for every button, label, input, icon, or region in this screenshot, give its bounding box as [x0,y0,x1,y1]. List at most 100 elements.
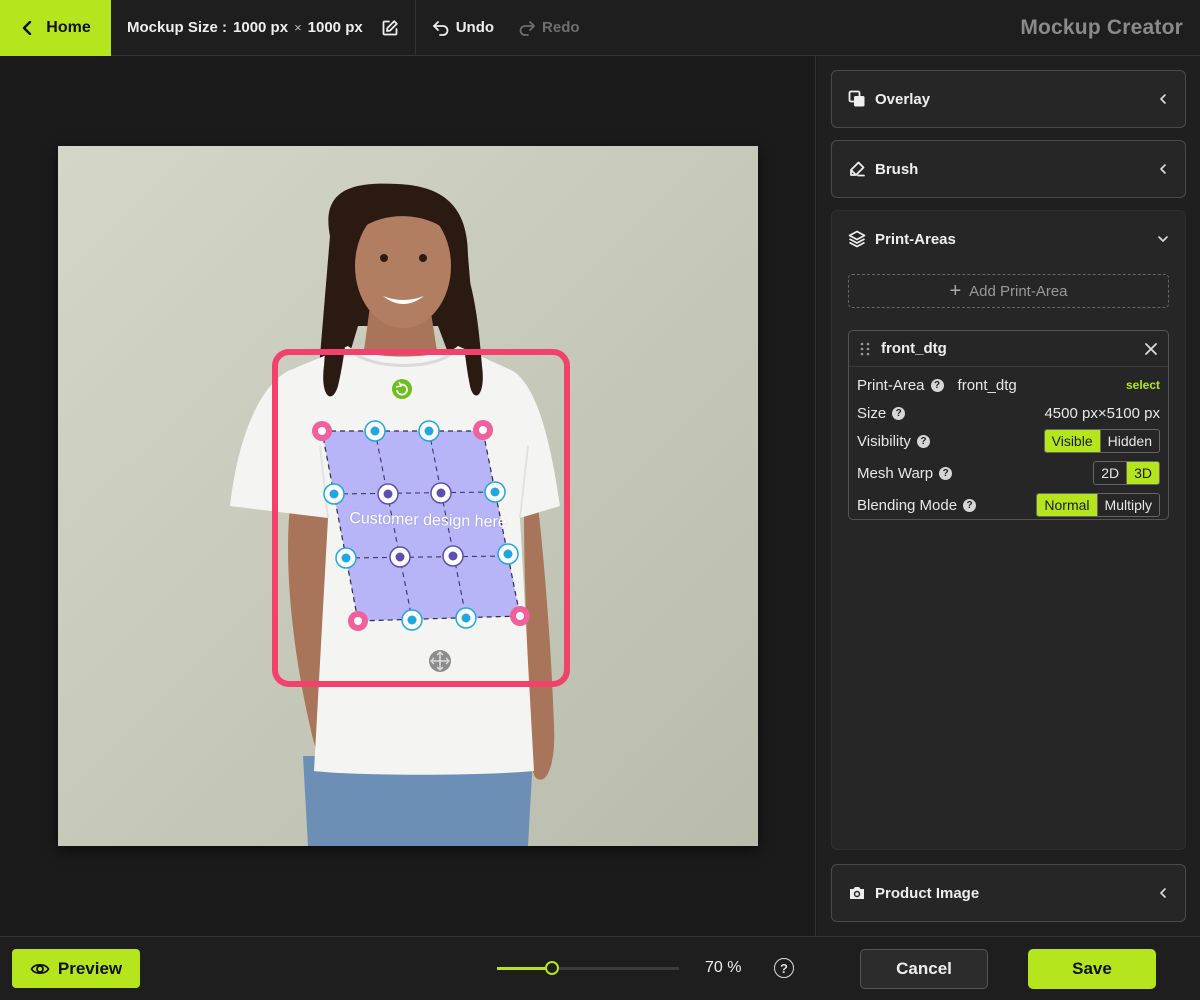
redo-label: Redo [542,19,580,36]
undo-button[interactable]: Undo [432,19,494,37]
visibility-toggle: Visible Hidden [1043,429,1160,453]
preview-label: Preview [57,958,123,978]
top-bar: Home Mockup Size : 1000 px × 1000 px Und… [0,0,1200,56]
camera-icon [848,884,866,902]
corner-handle[interactable] [348,611,368,631]
mesh-warp-option-2d[interactable]: 2D [1094,462,1126,484]
overlay-icon [848,90,866,108]
corner-handle[interactable] [312,421,332,441]
edit-size-button[interactable] [381,19,399,37]
eye-icon [30,963,50,974]
size-height: 5100 px [1106,404,1160,422]
mesh-warp-option-3d[interactable]: 3D [1126,462,1159,484]
edge-handle[interactable] [323,483,345,505]
chevron-left-icon [1160,164,1166,174]
help-icon[interactable]: ? [916,434,930,448]
bottom-bar: Preview 70 % ? Cancel Save [0,936,1200,1000]
undo-redo-group: Undo Redo [416,0,596,56]
size-label-group: Size ? [857,404,906,422]
blending-mode-label: Blending Mode [857,496,958,514]
print-area-card-header: front_dtg [849,331,1168,367]
edge-handle[interactable] [455,607,477,629]
inner-handle[interactable] [389,546,411,568]
save-button[interactable]: Save [1028,949,1156,989]
size-value: 4500 px×5100 px [1044,405,1160,422]
edge-handle[interactable] [401,609,423,631]
print-area-value: front_dtg [957,376,1017,394]
redo-button[interactable]: Redo [518,19,580,37]
help-icon[interactable]: ? [774,958,794,978]
redo-icon [519,20,535,36]
visibility-row: Visibility ? Visible Hidden [849,425,1168,457]
brush-title: Brush [875,160,919,178]
chevron-left-icon [1160,94,1166,104]
mockup-height: 1000 px [307,19,363,36]
plus-icon: + [949,280,962,302]
blending-mode-row: Blending Mode ? Normal Multiply [849,489,1168,521]
edit-icon [382,19,398,35]
help-icon[interactable]: ? [892,406,906,420]
blending-mode-label-group: Blending Mode ? [857,496,977,514]
drag-handle-icon[interactable] [859,342,871,356]
print-areas-header[interactable]: Print-Areas [832,211,1185,267]
brush-accordion[interactable]: Brush [831,140,1186,198]
app-title: Mockup Creator [1020,16,1183,39]
product-photo [58,146,758,846]
select-link[interactable]: select [1126,378,1160,392]
right-panel: Overlay Brush Print-Areas + Add Print-Ar… [817,56,1200,936]
close-icon[interactable] [1144,342,1158,356]
undo-label: Undo [455,19,495,36]
edge-handle[interactable] [497,543,519,565]
mockup-width: 1000 px [233,19,289,36]
edge-handle[interactable] [364,420,386,442]
print-area-row: Print-Area ? front_dtg select [849,369,1168,401]
edge-handle[interactable] [418,420,440,442]
inner-handle[interactable] [377,483,399,505]
inner-handle[interactable] [442,545,464,567]
print-area-name: front_dtg [881,340,947,357]
mockup-canvas[interactable]: Customer design here [58,146,758,846]
help-icon[interactable]: ? [930,378,944,392]
product-image-accordion[interactable]: Product Image [831,864,1186,922]
layers-icon [848,230,866,248]
home-label: Home [46,18,91,36]
visibility-label: Visibility [857,432,911,450]
edge-handle[interactable] [335,547,357,569]
chevron-left-icon [23,20,32,35]
rotate-icon[interactable] [392,379,412,399]
visibility-option-visible[interactable]: Visible [1044,430,1100,452]
size-row: Size ? 4500 px×5100 px [849,401,1168,425]
blending-mode-toggle: Normal Multiply [1036,493,1160,517]
overlay-title: Overlay [875,90,931,108]
print-areas-accordion: Print-Areas + Add Print-Area front_dtg P… [831,210,1186,850]
mesh-warp-label-group: Mesh Warp ? [857,464,953,482]
blending-option-multiply[interactable]: Multiply [1096,494,1159,516]
help-icon[interactable]: ? [963,498,977,512]
mockup-size-label: Mockup Size : [127,19,228,36]
blending-option-normal[interactable]: Normal [1037,494,1097,516]
mesh-warp-label: Mesh Warp [857,464,934,482]
mockup-size: Mockup Size : 1000 px × 1000 px [111,0,415,56]
chevron-down-icon [1158,236,1168,242]
move-icon[interactable] [429,650,451,672]
visibility-option-hidden[interactable]: Hidden [1099,430,1159,452]
visibility-label-group: Visibility ? [857,433,930,450]
inner-handle[interactable] [430,482,452,504]
help-icon[interactable]: ? [939,466,953,480]
mesh-warp-toggle: 2D 3D [1093,461,1160,485]
add-print-area-button[interactable]: + Add Print-Area [848,274,1169,308]
preview-button[interactable]: Preview [12,949,140,988]
corner-handle[interactable] [510,606,530,626]
zoom-slider-fill [497,967,552,970]
undo-icon [432,20,449,36]
size-label: Size [857,404,887,422]
overlay-accordion[interactable]: Overlay [831,70,1186,128]
brush-icon [848,160,866,178]
home-button[interactable]: Home [0,0,111,56]
zoom-slider[interactable] [497,961,679,975]
cancel-button[interactable]: Cancel [860,949,988,989]
corner-handle[interactable] [473,420,493,440]
canvas-area: Customer design here [0,56,816,936]
edge-handle[interactable] [484,481,506,503]
zoom-slider-handle[interactable] [545,961,559,975]
